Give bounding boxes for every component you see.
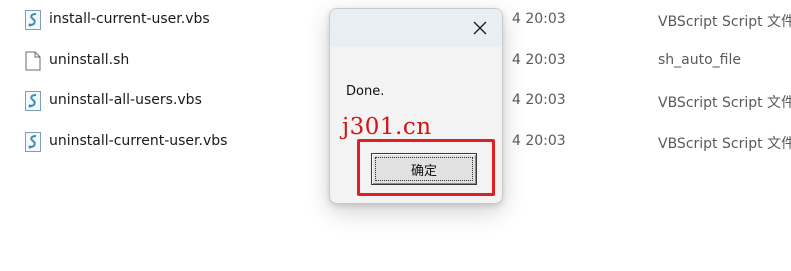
vbs-file-icon <box>25 132 41 152</box>
file-date: 4 20:03 <box>512 133 566 149</box>
vbs-file-icon <box>25 91 41 111</box>
file-type: VBScript Script 文件 <box>658 95 791 111</box>
file-name: uninstall-all-users.vbs <box>49 92 202 108</box>
watermark-text: j301.cn <box>342 114 432 140</box>
file-name: install-current-user.vbs <box>49 11 210 27</box>
file-name: uninstall.sh <box>49 52 130 68</box>
file-date: 4 20:03 <box>512 92 566 108</box>
close-icon[interactable] <box>471 19 489 37</box>
dialog-message: Done. <box>346 84 385 99</box>
vbs-file-icon <box>25 10 41 30</box>
file-date: 4 20:03 <box>512 52 566 68</box>
file-name: uninstall-current-user.vbs <box>49 133 228 149</box>
dialog-titlebar <box>330 9 502 47</box>
highlight-box <box>357 139 495 196</box>
generic-file-icon <box>25 51 41 71</box>
file-date: 4 20:03 <box>512 11 566 27</box>
file-type: VBScript Script 文件 <box>658 14 791 30</box>
file-type: VBScript Script 文件 <box>658 136 791 152</box>
file-type: sh_auto_file <box>658 52 741 68</box>
